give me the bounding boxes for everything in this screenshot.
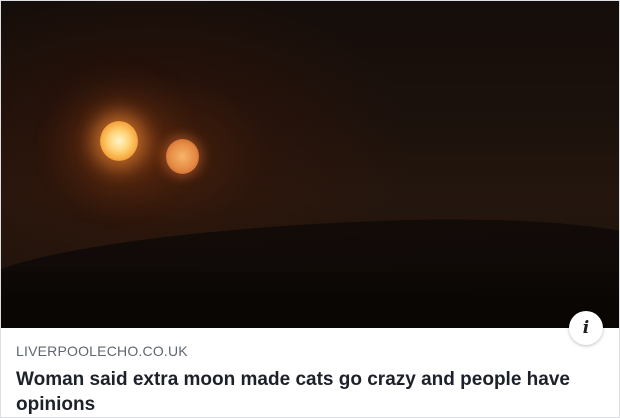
article-headline[interactable]: Woman said extra moon made cats go crazy… xyxy=(16,367,576,417)
link-caption[interactable]: LIVERPOOLECHO.CO.UK Woman said extra moo… xyxy=(1,328,619,417)
info-icon: i xyxy=(582,317,590,338)
preview-image[interactable] xyxy=(1,1,619,328)
source-domain: LIVERPOOLECHO.CO.UK xyxy=(16,343,188,359)
foreground-shadow xyxy=(1,271,619,328)
info-button[interactable]: i xyxy=(569,311,603,345)
moon-extra xyxy=(166,139,199,174)
link-preview-card[interactable]: i LIVERPOOLECHO.CO.UK Woman said extra m… xyxy=(0,0,620,418)
moon-bright xyxy=(100,121,138,161)
